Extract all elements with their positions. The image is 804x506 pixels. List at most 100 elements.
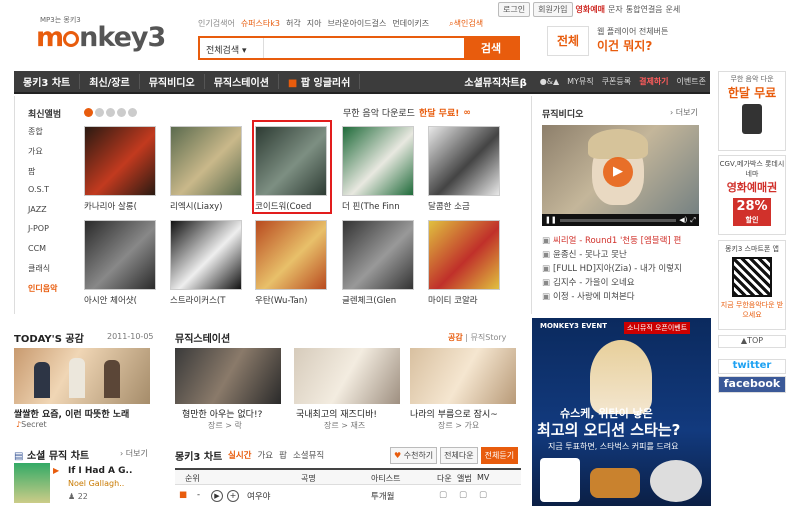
music-video-more[interactable]: › 더보기 — [670, 107, 698, 118]
recommend-button[interactable]: ♥ 수천하기 — [390, 447, 438, 464]
download-icon[interactable]: ▢ — [439, 490, 447, 500]
station-caption[interactable]: 형만한 아우는 없다!? — [182, 407, 262, 420]
social-chart-cover[interactable] — [14, 463, 50, 503]
tab-realtime[interactable]: 실시간 — [228, 449, 251, 461]
page-dot[interactable] — [128, 108, 137, 117]
nav-coupon[interactable]: 쿠폰등록 — [598, 76, 635, 87]
video-item[interactable]: ▣ 이정 - 사랑에 미쳐본다 — [542, 290, 702, 302]
genre-all[interactable]: 종합 — [28, 126, 43, 137]
play-all-button[interactable]: 전체듣기 — [480, 447, 519, 464]
web-player-promo[interactable]: 전체 웹 플레이어 전체버튼 이건 뭐지? — [547, 26, 668, 56]
album-icon[interactable]: ▢ — [459, 490, 467, 500]
video-progress[interactable] — [559, 218, 677, 222]
search-tag[interactable]: 지아 — [307, 18, 322, 29]
search-tag[interactable]: 허각 — [286, 18, 301, 29]
station-caption[interactable]: 국내최고의 재즈디바! — [296, 407, 377, 420]
album-title[interactable]: 마이티 코알라 — [428, 294, 508, 306]
album-cover[interactable] — [84, 126, 156, 196]
nav-music-video[interactable]: 뮤직비디오 — [140, 74, 205, 89]
chart-song[interactable]: 여우야 — [247, 490, 270, 502]
album-title[interactable]: 우탄(Wu-Tan) — [255, 294, 335, 306]
free-download-banner[interactable]: 무한 음악 다운로드 한달 무료! ∞ — [343, 106, 471, 120]
facebook-button[interactable]: facebook — [718, 376, 786, 393]
album-title[interactable]: 달콤한 소금 — [428, 200, 508, 212]
album-cover[interactable] — [255, 220, 327, 290]
movie-link[interactable]: 영화예매 — [576, 4, 605, 15]
page-dot[interactable] — [84, 108, 93, 117]
nav-music-station[interactable]: 뮤직스테이션 — [205, 74, 279, 89]
nav-social-chart[interactable]: 소셜뮤직차트β — [455, 74, 535, 89]
album-cover[interactable] — [428, 126, 500, 196]
pause-icon[interactable]: ❚❚ — [545, 216, 557, 224]
genre-ost[interactable]: O.S.T — [28, 185, 49, 194]
video-item[interactable]: ▣ 김지수 - 가을이 오네요 — [542, 276, 702, 288]
page-dot[interactable] — [117, 108, 126, 117]
album-cover[interactable] — [428, 220, 500, 290]
search-tag[interactable]: 슈퍼스타k3 — [241, 18, 280, 29]
nav-my-music[interactable]: MY뮤직 — [563, 76, 598, 87]
tab-kpop[interactable]: 가요 — [257, 449, 273, 461]
fullscreen-icon[interactable]: ⤢ — [690, 216, 696, 225]
genre-pop[interactable]: 팝 — [28, 166, 35, 177]
social-chart-song[interactable]: If I Had A G.. — [68, 466, 132, 476]
tab-music-story[interactable]: 뮤직Story — [471, 333, 507, 342]
video-item[interactable]: ▣ [FULL HD]지아(Zia) - 내가 이렇지 — [542, 262, 702, 274]
free-download-ad[interactable]: 무한 음악 다운 한달 무료 — [718, 71, 786, 151]
video-item[interactable]: ▣ 윤종신 - 못나고 못난 — [542, 248, 702, 260]
tab-empathy[interactable]: 공감 — [448, 333, 463, 342]
play-icon[interactable]: ▶ — [211, 490, 223, 502]
chart-artist[interactable]: 투개월 — [371, 490, 394, 502]
nav-chart[interactable]: 몽키3 차트 — [14, 74, 81, 89]
album-cover[interactable] — [170, 126, 242, 196]
search-button[interactable]: 검색 — [464, 38, 518, 58]
smartphone-app-ad[interactable]: 몽키3 스마트폰 앱 지금 무한음악다운 받으세요 — [718, 240, 786, 330]
station-image[interactable] — [294, 348, 400, 404]
search-tag[interactable]: 브라운아이드걸스 — [327, 18, 386, 29]
search-input[interactable] — [264, 38, 464, 58]
social-chart-artist[interactable]: Noel Gallagh.. — [68, 479, 124, 488]
genre-classic[interactable]: 클래식 — [28, 263, 50, 274]
search-scope-select[interactable]: 전체검색 ▾ — [200, 38, 264, 58]
nav-pop-english[interactable]: ■ 팝 잉글리쉬 — [279, 74, 361, 89]
add-icon[interactable]: + — [227, 490, 239, 502]
page-dot[interactable] — [95, 108, 104, 117]
top-button[interactable]: ▲TOP — [718, 335, 786, 348]
album-cover[interactable] — [342, 126, 414, 196]
tab-pop[interactable]: 팝 — [279, 449, 287, 461]
download-all-button[interactable]: 전체다운 — [440, 447, 478, 464]
advanced-search-link[interactable]: ⌕색인검색 — [449, 18, 483, 29]
album-title[interactable]: 스트라이커스(T — [170, 294, 250, 306]
movie-ticket-ad[interactable]: CGV,메가박스 롯데시네마 영화예매권 28% 할인 — [718, 155, 786, 235]
album-title[interactable]: 카나리아 살롱( — [84, 200, 164, 212]
genre-jazz[interactable]: JAZZ — [28, 205, 47, 214]
today-caption[interactable]: 쌀쌀한 요즘, 이런 따뜻한 노래 — [14, 407, 129, 420]
integrated-link[interactable]: 통합연결음 — [626, 4, 663, 15]
album-title[interactable]: 리엑시(Liaxy) — [170, 200, 250, 212]
volume-icon[interactable]: ◀) — [679, 216, 687, 224]
station-image[interactable] — [175, 348, 281, 404]
play-icon[interactable]: ▶ — [53, 466, 59, 475]
today-image[interactable] — [14, 348, 150, 404]
signup-button[interactable]: 회원가입 — [533, 2, 573, 17]
genre-kpop[interactable]: 가요 — [28, 146, 43, 157]
tab-social[interactable]: 소셜뮤직 — [293, 449, 324, 461]
nav-event-zone[interactable]: 이벤트존 — [673, 76, 710, 87]
album-title[interactable]: 글렌체크(Glen — [342, 294, 422, 306]
nav-payment[interactable]: 결제하기 — [635, 76, 672, 87]
video-item[interactable]: ▣ 씨리얼 - Round1 '천둥 [엠블랙] 편 — [542, 234, 702, 246]
album-title[interactable]: 아시안 체어샷( — [84, 294, 164, 306]
album-cover[interactable] — [170, 220, 242, 290]
station-image[interactable] — [410, 348, 516, 404]
genre-ccm[interactable]: CCM — [28, 244, 46, 253]
logo[interactable]: m nkey3 — [36, 22, 166, 53]
social-chart-more[interactable]: › 더보기 — [120, 448, 148, 459]
page-dot[interactable] — [106, 108, 115, 117]
nav-new-genre[interactable]: 최신/장르 — [80, 74, 140, 89]
login-button[interactable]: 로그인 — [498, 2, 531, 17]
station-caption[interactable]: 나라의 부름으로 잠시~ — [410, 407, 498, 420]
album-cover[interactable] — [342, 220, 414, 290]
play-icon[interactable]: ▶ — [603, 157, 633, 187]
fortune-link[interactable]: 운세 — [666, 4, 681, 15]
mv-icon[interactable]: ▢ — [479, 490, 487, 500]
album-title[interactable]: 더 핀(The Finn — [342, 200, 422, 212]
